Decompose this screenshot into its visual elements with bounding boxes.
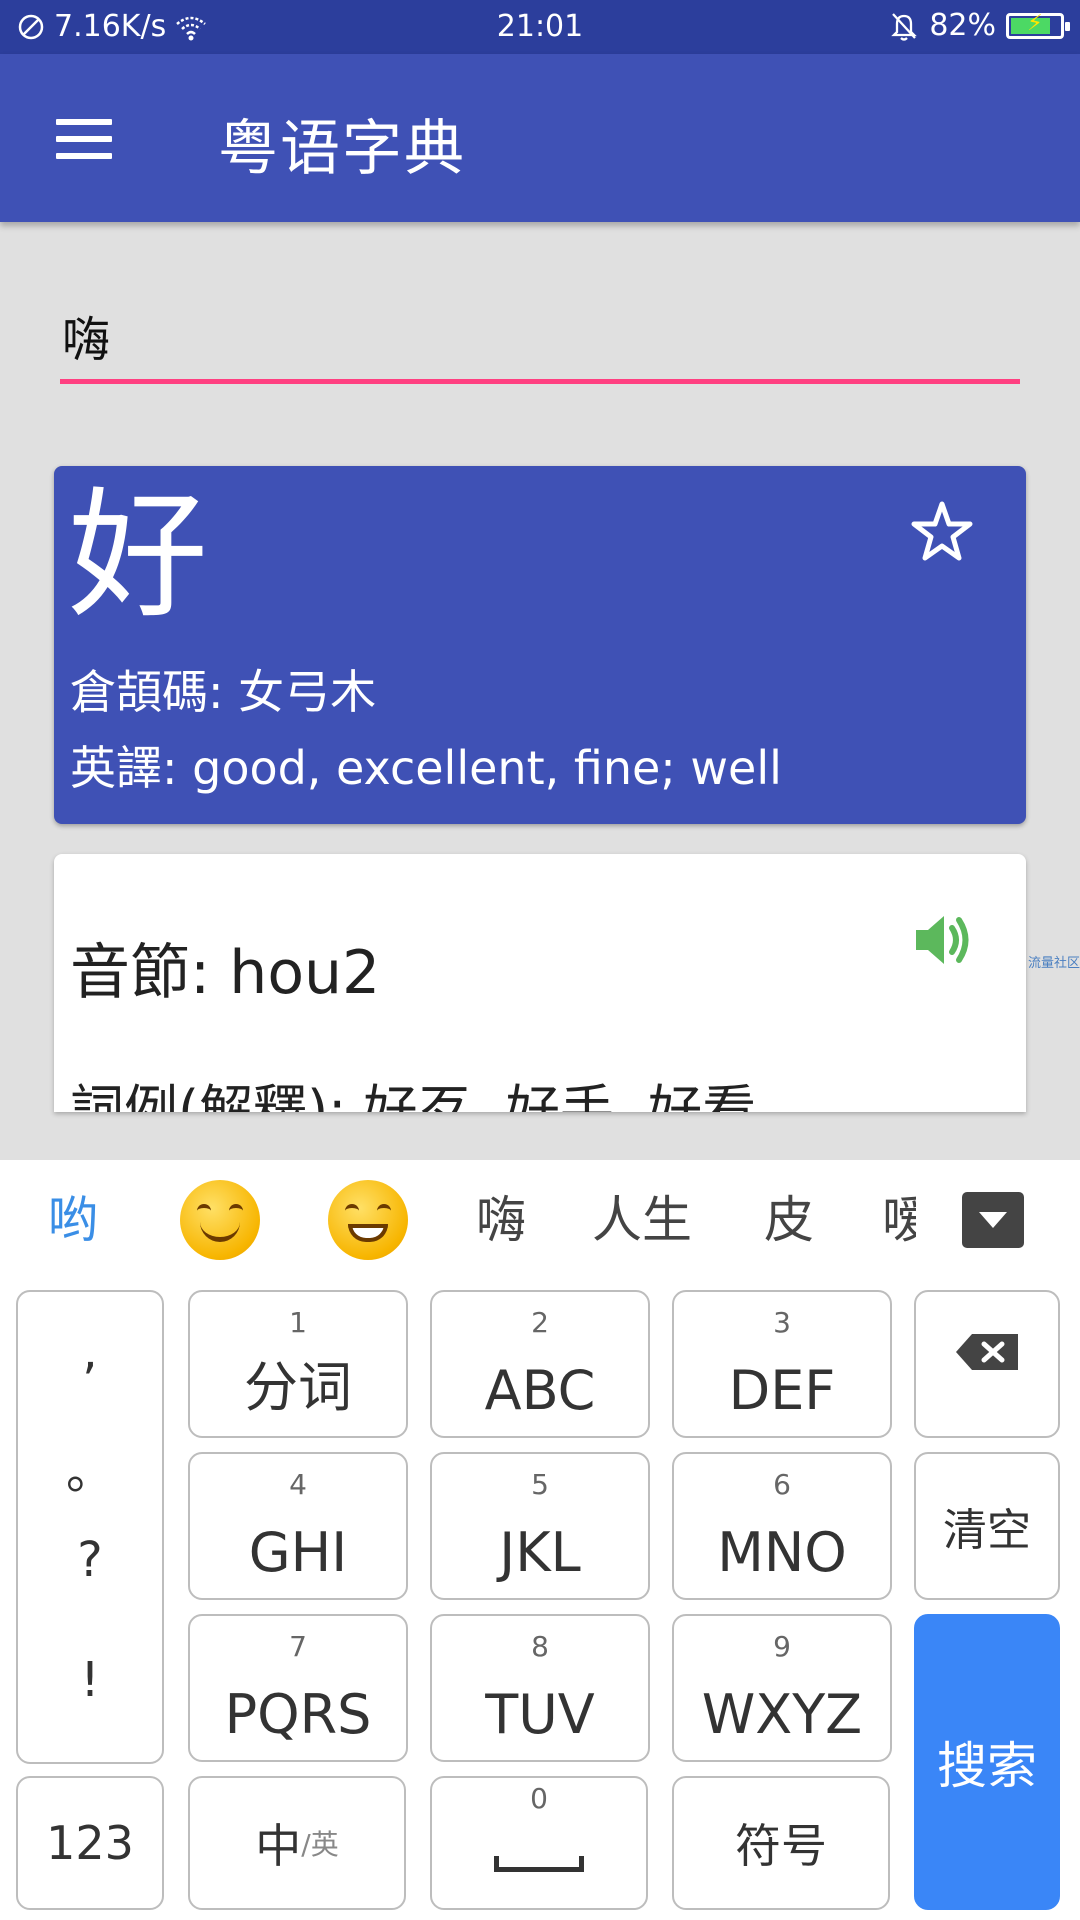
lang-sub: /英 [301, 1828, 339, 1861]
english-translation: 英譯: good, excellent, fine; well [70, 741, 782, 795]
lang-main: 中 [255, 1819, 302, 1873]
key-number: 0 [530, 1782, 548, 1815]
key-number: 6 [773, 1468, 791, 1501]
key-label: WXYZ [701, 1683, 863, 1746]
language-label: 中/英 [190, 1778, 404, 1908]
key-number: 8 [531, 1630, 549, 1663]
candidate-item[interactable]: 嗨 [476, 1180, 526, 1260]
smiling-face-emoji-icon [180, 1180, 260, 1260]
search-underline [60, 379, 1020, 384]
key-9[interactable]: 9 WXYZ [672, 1614, 892, 1762]
punct-exclamation[interactable]: ! [18, 1652, 162, 1708]
key-8[interactable]: 8 TUV [430, 1614, 650, 1762]
key-5[interactable]: 5 JKL [430, 1452, 650, 1600]
punct-period[interactable]: 。 [18, 1432, 162, 1502]
key-4[interactable]: 4 GHI [188, 1452, 408, 1600]
key-number: 5 [531, 1468, 549, 1501]
candidate-bar: 哟 嗨 人生 皮 嗳 [0, 1160, 1080, 1280]
key-label: ABC [484, 1359, 596, 1422]
app-title: 粤语字典 [218, 114, 466, 184]
cangjie-code: 倉頡碼: 女弓木 [70, 665, 377, 719]
punct-question[interactable]: ? [18, 1532, 162, 1588]
grinning-face-emoji-icon [328, 1180, 408, 1260]
watermark: 流量社区 [1028, 956, 1080, 971]
search-label: 搜索 [937, 1737, 1037, 1795]
status-right: 82% ⚡ [889, 8, 1070, 43]
key-number: 2 [531, 1306, 549, 1339]
clear-label: 清空 [943, 1505, 1031, 1556]
menu-line [56, 136, 112, 142]
key-label: TUV [485, 1683, 595, 1746]
status-bar: 7.16K/s 21:01 82% ⚡ [0, 0, 1080, 54]
result-character: 好 [68, 475, 209, 638]
battery-icon: ⚡ [1006, 10, 1070, 39]
hamburger-menu-icon[interactable] [40, 104, 128, 174]
symbol-label: 符号 [735, 1819, 827, 1873]
collapse-keyboard-icon[interactable] [962, 1192, 1024, 1248]
key-label: JKL [499, 1521, 581, 1584]
candidate-item[interactable]: 哟 [48, 1180, 98, 1260]
search-input[interactable] [60, 290, 1020, 380]
candidate-item[interactable]: 人生 [592, 1180, 692, 1260]
key-label: MNO [717, 1521, 847, 1584]
symbol-button[interactable]: 符号 [672, 1776, 890, 1910]
bolt-icon: ⚡ [1027, 10, 1043, 36]
key-1[interactable]: 1 分词 [188, 1290, 408, 1438]
key-7[interactable]: 7 PQRS [188, 1614, 408, 1762]
space-icon [494, 1856, 584, 1872]
search-button[interactable]: 搜索 [914, 1614, 1060, 1910]
key-number: 1 [289, 1306, 307, 1339]
candidate-item[interactable]: 皮 [764, 1180, 814, 1260]
language-toggle-button[interactable]: 中/英 [188, 1776, 406, 1910]
key-label: DEF [728, 1359, 836, 1422]
key-number: 7 [289, 1630, 307, 1663]
key-label: 分词 [244, 1356, 352, 1419]
key-3[interactable]: 3 DEF [672, 1290, 892, 1438]
ime-keyboard: 哟 嗨 人生 皮 嗳 , 。 ? ! 1 分词 2 ABC 3 DEF 4 GH… [0, 1160, 1080, 1920]
battery-percent: 82% [929, 8, 996, 43]
speaker-icon[interactable] [906, 904, 978, 976]
key-6[interactable]: 6 MNO [672, 1452, 892, 1600]
menu-line [56, 153, 112, 159]
key-2[interactable]: 2 ABC [430, 1290, 650, 1438]
key-label: GHI [248, 1521, 348, 1584]
grinning-face-emoji[interactable] [328, 1180, 408, 1260]
punctuation-column: , 。 ? ! [16, 1290, 164, 1764]
menu-line [56, 119, 112, 125]
syllable-text: 音節: hou2 [70, 938, 381, 1008]
key-number: 3 [773, 1306, 791, 1339]
word-examples: 詞例(解釋): 好歹, 好手, 好看 [70, 1079, 757, 1112]
clear-button[interactable]: 清空 [914, 1452, 1060, 1600]
backspace-button[interactable] [914, 1290, 1060, 1438]
numeric-label: 123 [46, 1816, 134, 1870]
muted-bell-icon [891, 12, 918, 41]
candidate-item[interactable]: 嗳 [882, 1180, 916, 1260]
key-number: 9 [773, 1630, 791, 1663]
pronunciation-card: 音節: hou2 詞例(解釋): 好歹, 好手, 好看 [54, 854, 1026, 1112]
backspace-icon [956, 1334, 1018, 1370]
character-card: 好 倉頡碼: 女弓木 英譯: good, excellent, fine; we… [54, 466, 1026, 824]
key-number: 4 [289, 1468, 307, 1501]
punct-comma[interactable]: , [18, 1324, 162, 1380]
star-outline-icon[interactable] [906, 496, 978, 568]
numeric-keyboard-button[interactable]: 123 [16, 1776, 164, 1910]
search-field [60, 290, 1020, 386]
space-key[interactable]: 0 [430, 1776, 648, 1910]
smiling-face-emoji[interactable] [180, 1180, 260, 1260]
key-label: PQRS [224, 1683, 372, 1746]
app-bar: 粤语字典 [0, 54, 1080, 222]
